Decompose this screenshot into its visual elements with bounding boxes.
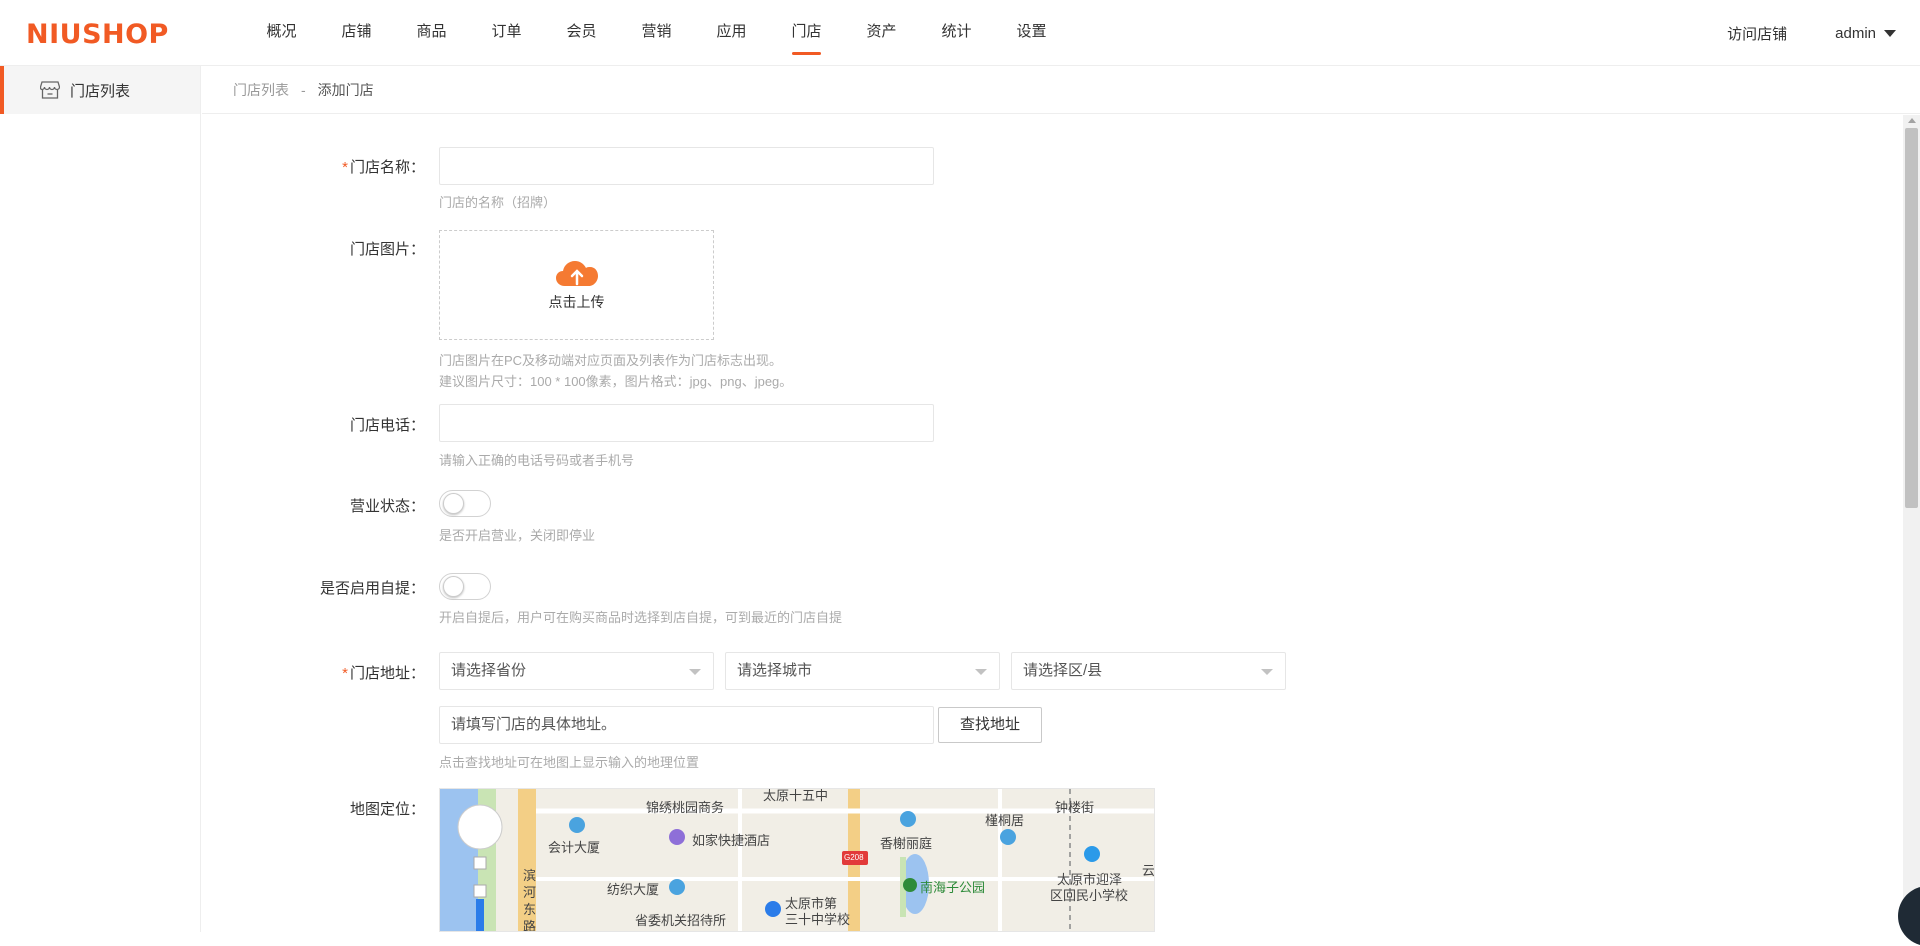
toggle-knob <box>443 493 464 514</box>
city-select[interactable]: 请选择城市 <box>725 652 1000 690</box>
nav-members[interactable]: 会员 <box>544 0 619 66</box>
status-toggle[interactable] <box>439 490 491 517</box>
nav-stores[interactable]: 门店 <box>769 0 844 66</box>
map-label-place: 云 <box>1142 863 1155 878</box>
map-label-place: 香榭丽庭 <box>880 836 933 851</box>
map-label-road: G208 <box>844 853 864 862</box>
upload-text: 点击上传 <box>548 294 605 310</box>
address-detail-input[interactable]: 请填写门店的具体地址。 <box>439 706 934 744</box>
address-label: * 门店地址： <box>342 665 425 682</box>
nav-overview[interactable]: 概况 <box>244 0 319 66</box>
store-form: * 门店名称： 门店的名称（招牌） 门店图片： 点击上传 门店图片在PC及移动端对… <box>202 115 1902 932</box>
map-label-place: 三十中学校 <box>785 912 851 927</box>
nav-assets[interactable]: 资产 <box>844 0 919 66</box>
status-label: 营业状态： <box>349 498 425 515</box>
scrollbar-thumb[interactable] <box>1905 128 1918 508</box>
map-label-place: 纺织大厦 <box>607 882 660 897</box>
store-name-input[interactable] <box>439 147 934 185</box>
phone-label: 门店电话： <box>349 417 425 434</box>
breadcrumb: 门店列表 - 添加门店 <box>202 66 1920 114</box>
name-label: * 门店名称： <box>342 159 425 176</box>
map-label-place: 区回民小学校 <box>1050 888 1129 903</box>
breadcrumb-separator: - <box>301 81 306 98</box>
map-label-place: 南海子公园 <box>920 880 986 895</box>
image-label: 门店图片： <box>349 241 425 258</box>
map-label-place: 如家快捷酒店 <box>692 833 771 848</box>
toggle-knob <box>443 576 464 597</box>
map-label: 地图定位： <box>349 801 425 818</box>
province-select[interactable]: 请选择省份 <box>439 652 714 690</box>
top-header: NIUSHOP 概况 店铺 商品 订单 会员 营销 应用 门店 资产 统计 设置… <box>0 0 1920 66</box>
sidebar-item-store-list[interactable]: 门店列表 <box>0 66 200 114</box>
caret-down-icon <box>1884 29 1896 37</box>
user-menu[interactable]: admin <box>1835 25 1896 42</box>
address-hint: 点击查找地址可在地图上显示输入的地理位置 <box>439 755 700 770</box>
cloud-upload-icon <box>555 261 598 286</box>
username: admin <box>1835 24 1876 42</box>
header-right: 访问店铺 admin <box>1727 0 1896 66</box>
sidebar: 门店列表 <box>0 66 201 932</box>
image-hint-1: 门店图片在PC及移动端对应页面及列表作为门店标志出现。 <box>439 353 783 368</box>
chevron-down-icon <box>689 669 701 675</box>
district-select[interactable]: 请选择区/县 <box>1011 652 1286 690</box>
chevron-down-icon <box>975 669 987 675</box>
map-label-road: 路 <box>523 919 537 932</box>
scroll-up-arrow-icon[interactable] <box>1908 118 1916 123</box>
nav-orders[interactable]: 订单 <box>469 0 544 66</box>
map-label-place: 会计大厦 <box>548 840 601 855</box>
nav-settings[interactable]: 设置 <box>994 0 1069 66</box>
breadcrumb-current: 添加门店 <box>317 81 374 98</box>
logo[interactable]: NIUSHOP <box>26 19 169 50</box>
map-label-place: 太原十五中 <box>763 788 829 803</box>
map-label-place: 锦绣桃园商务 <box>646 800 725 815</box>
sidebar-item-label: 门店列表 <box>70 82 131 100</box>
nav-goods[interactable]: 商品 <box>394 0 469 66</box>
field-status: 营业状态： 是否开启营业，关闭即停业 <box>202 490 1402 543</box>
phone-hint: 请输入正确的电话号码或者手机号 <box>439 453 635 468</box>
nav-shop[interactable]: 店铺 <box>319 0 394 66</box>
map-label-place: 钟楼街 <box>1055 800 1095 815</box>
map-label-place: 省委机关招待所 <box>635 913 727 928</box>
map-view[interactable]: 太原十五中 锦绣桃园商务 钟楼街 槿桐居 香榭丽庭 会计大厦 如家快捷酒店 G2… <box>439 788 1155 932</box>
store-icon <box>40 81 60 99</box>
required-mark: * <box>342 159 348 176</box>
field-pickup: 是否启用自提： 开启自提后，用户可在购买商品时选择到店自提，可到最近的门店自提 <box>202 573 1402 625</box>
map-label-place: 槿桐居 <box>985 813 1025 828</box>
pickup-hint: 开启自提后，用户可在购买商品时选择到店自提，可到最近的门店自提 <box>439 610 843 625</box>
store-phone-input[interactable] <box>439 404 934 442</box>
main-nav: 概况 店铺 商品 订单 会员 营销 应用 门店 资产 统计 设置 <box>244 0 1069 66</box>
image-hint-2: 建议图片尺寸：100 * 100像素，图片格式：jpg、png、jpeg。 <box>439 374 793 389</box>
status-hint: 是否开启营业，关闭即停业 <box>439 528 596 543</box>
visit-store-link[interactable]: 访问店铺 <box>1727 23 1787 44</box>
name-hint: 门店的名称（招牌） <box>439 195 557 210</box>
breadcrumb-parent[interactable]: 门店列表 <box>233 80 289 100</box>
nav-stats[interactable]: 统计 <box>919 0 994 66</box>
required-mark: * <box>342 665 348 682</box>
pickup-label: 是否启用自提： <box>319 580 425 597</box>
search-address-button[interactable]: 查找地址 <box>938 707 1042 743</box>
pickup-toggle[interactable] <box>439 573 491 600</box>
nav-apps[interactable]: 应用 <box>694 0 769 66</box>
image-upload-button[interactable]: 点击上传 <box>439 230 714 340</box>
chevron-down-icon <box>1261 669 1273 675</box>
nav-marketing[interactable]: 营销 <box>619 0 694 66</box>
